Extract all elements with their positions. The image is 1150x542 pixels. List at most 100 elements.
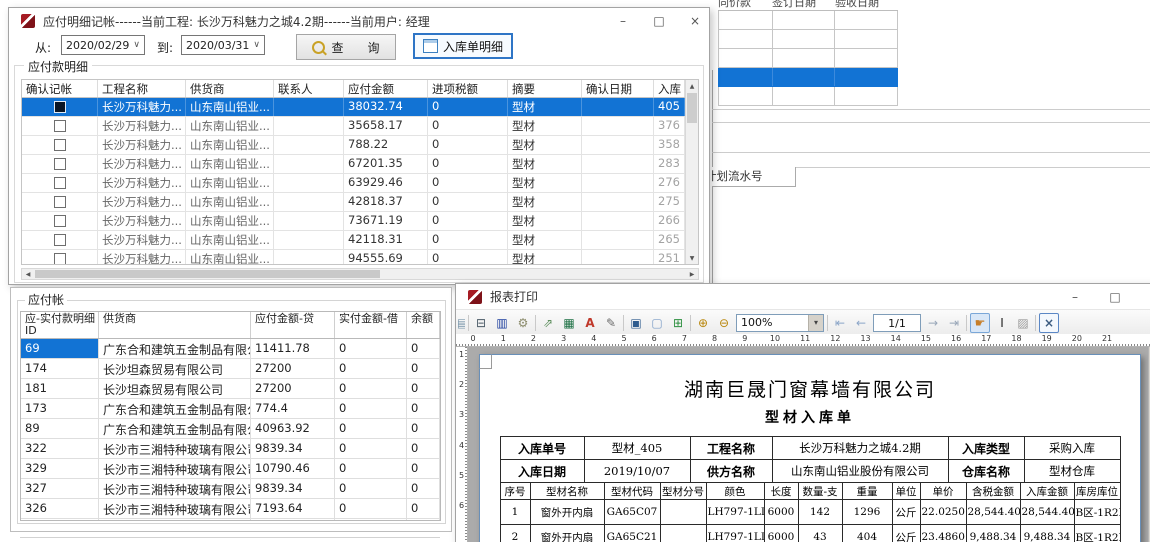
table-row[interactable]: 长沙万科魅力... 山东南山铝业... 42818.37 0 型材 275 (22, 193, 685, 212)
table-row[interactable] (718, 49, 898, 68)
scrollbar-thumb[interactable] (687, 93, 697, 123)
table-row[interactable]: 69 广东合和建筑五金制品有限公司 11411.78 0 0 (21, 339, 440, 359)
scroll-up-icon[interactable]: ▲ (686, 80, 698, 92)
summary-cell: 型材 (508, 231, 582, 249)
confirm-checkbox[interactable] (54, 215, 66, 227)
confirm-checkbox[interactable] (54, 253, 66, 265)
table-row[interactable]: 181 长沙坦森贸易有限公司 27200 0 0 (21, 379, 440, 399)
supplier-cell: 山东南山铝业... (186, 231, 274, 249)
table-row[interactable]: 长沙万科魅力... 山东南山铝业... 42118.31 0 型材 265 (22, 231, 685, 250)
column-header[interactable]: 应-实付款明细ID (21, 312, 99, 338)
query-button[interactable]: 查 询 (296, 34, 396, 60)
vertical-scrollbar[interactable]: ▲ ▼ (685, 80, 698, 264)
open-button[interactable]: ▢ (648, 314, 666, 332)
selected-table-row[interactable] (718, 68, 898, 87)
confirm-checkbox[interactable] (54, 101, 66, 113)
scroll-left-icon[interactable]: ◀ (22, 269, 34, 279)
export-button[interactable]: ⇗ (539, 314, 557, 332)
confirm-checkbox[interactable] (54, 177, 66, 189)
balance-cell: 0 (407, 359, 440, 378)
confirm-checkbox[interactable] (54, 120, 66, 132)
close-button[interactable]: × (681, 8, 709, 34)
to-date-select[interactable]: 2020/03/31 ∨ (181, 35, 265, 55)
minimize-button[interactable]: – (1061, 284, 1089, 309)
save-button[interactable]: ▣ (627, 314, 645, 332)
table-row[interactable]: 长沙万科魅力... 山东南山铝业... 788.22 0 型材 358 (22, 136, 685, 155)
column-header: 验收日期 (835, 0, 898, 10)
book-button[interactable]: ▥ (493, 314, 511, 332)
print-button[interactable]: ⊟ (472, 314, 490, 332)
project-cell: 长沙万科魅力... (98, 193, 186, 211)
close-button[interactable]: × (1142, 284, 1150, 309)
scroll-down-icon[interactable]: ▼ (686, 252, 698, 264)
ruler-number: 6 (456, 501, 467, 531)
column-header[interactable]: 实付金额-借 (335, 312, 407, 338)
column-header[interactable]: 工程名称 (98, 80, 186, 97)
table-row[interactable]: 长沙市三湘特种玻璃有限公司 (21, 519, 440, 521)
next-page-button[interactable]: → (924, 314, 942, 332)
contact-cell (274, 250, 344, 265)
copy-page-button[interactable]: ▨ (1014, 314, 1032, 332)
report-view-icon[interactable]: ▤ (457, 314, 465, 332)
zoom-select[interactable]: 100% ▾ (736, 314, 824, 332)
zoom-in-button[interactable]: ⊕ (694, 314, 712, 332)
page-number-input[interactable]: 1/1 (873, 314, 921, 332)
table-row[interactable]: 长沙万科魅力... 山东南山铝业... 94555.69 0 型材 251 (22, 250, 685, 265)
table-row[interactable]: 327 长沙市三湘特种玻璃有限公司 9839.34 0 0 (21, 479, 440, 499)
table-row[interactable] (718, 87, 898, 106)
column-header[interactable]: 余额 (407, 312, 440, 338)
hand-tool-button[interactable]: ☛ (970, 313, 990, 333)
confirm-checkbox[interactable] (54, 196, 66, 208)
text-export-button[interactable]: ✎ (602, 314, 620, 332)
last-page-button[interactable]: ⇥ (945, 314, 963, 332)
table-row[interactable]: 长沙万科魅力... 山东南山铝业... 38032.74 0 型材 405 (22, 98, 685, 117)
confirm-checkbox[interactable] (54, 158, 66, 170)
minimize-button[interactable]: – (609, 8, 637, 34)
horizontal-scrollbar[interactable]: ◀ ▶ (21, 268, 699, 280)
zoom-out-button[interactable]: ⊖ (715, 314, 733, 332)
contact-cell (274, 193, 344, 211)
column-header[interactable]: 摘要 (508, 80, 582, 97)
column-header[interactable]: 确认日期 (582, 80, 654, 97)
column-header[interactable]: 入库 (654, 80, 685, 97)
add-export-button[interactable]: ⊞ (669, 314, 687, 332)
column-header[interactable]: 应付金额-贷 (251, 312, 335, 338)
excel-export-button[interactable]: ▦ (560, 314, 578, 332)
column-header[interactable]: 供货商 (186, 80, 274, 97)
table-row[interactable] (718, 30, 898, 49)
first-page-button[interactable]: ⇤ (831, 314, 849, 332)
inbound-detail-button[interactable]: 入库单明细 (413, 33, 513, 59)
from-date-select[interactable]: 2020/02/29 ∨ (61, 35, 145, 55)
scrollbar-thumb[interactable] (35, 270, 380, 278)
info-value: 型材仓库 (1024, 460, 1120, 483)
column-header[interactable]: 确认记帐 (22, 80, 98, 97)
table-row[interactable]: 长沙万科魅力... 山东南山铝业... 63929.46 0 型材 276 (22, 174, 685, 193)
close-preview-button[interactable]: × (1039, 313, 1059, 333)
window-title: 应付明细记帐------当前工程: 长沙万科魅力之城4.2期------当前用户… (43, 13, 430, 30)
column-header[interactable]: 供货商 (99, 312, 251, 338)
table-row[interactable] (718, 11, 898, 30)
confirm-checkbox[interactable] (54, 139, 66, 151)
report-detail-table: 序号型材名称型材代码型材分号颜色长度数量-支重量单位单价含税金额入库金额库房库位… (500, 482, 1121, 542)
table-row[interactable]: 173 广东合和建筑五金制品有限公司 774.4 0 0 (21, 399, 440, 419)
table-row[interactable]: 长沙万科魅力... 山东南山铝业... 67201.35 0 型材 283 (22, 155, 685, 174)
table-row[interactable]: 长沙万科魅力... 山东南山铝业... 35658.17 0 型材 376 (22, 117, 685, 136)
table-row[interactable]: 326 长沙市三湘特种玻璃有限公司 7193.64 0 0 (21, 499, 440, 519)
confirm-checkbox[interactable] (54, 234, 66, 246)
prev-page-button[interactable]: ← (852, 314, 870, 332)
maximize-button[interactable]: □ (645, 8, 673, 34)
pdf-export-button[interactable]: A (581, 314, 599, 332)
page-setup-button[interactable]: ⚙ (514, 314, 532, 332)
table-row[interactable]: 长沙万科魅力... 山东南山铝业... 73671.19 0 型材 266 (22, 212, 685, 231)
scroll-right-icon[interactable]: ▶ (686, 269, 698, 279)
text-select-button[interactable]: I (993, 314, 1011, 332)
column-header[interactable]: 进项税额 (428, 80, 508, 97)
maximize-button[interactable]: □ (1101, 284, 1129, 309)
column-header[interactable]: 应付金额 (344, 80, 428, 97)
column-header[interactable]: 联系人 (274, 80, 344, 97)
table-row[interactable]: 174 长沙坦森贸易有限公司 27200 0 0 (21, 359, 440, 379)
company-title: 湖南巨晟门窗幕墙有限公司 (480, 375, 1140, 402)
table-row[interactable]: 89 广东合和建筑五金制品有限公司 40963.92 0 0 (21, 419, 440, 439)
table-row[interactable]: 329 长沙市三湘特种玻璃有限公司 10790.46 0 0 (21, 459, 440, 479)
table-row[interactable]: 322 长沙市三湘特种玻璃有限公司 9839.34 0 0 (21, 439, 440, 459)
